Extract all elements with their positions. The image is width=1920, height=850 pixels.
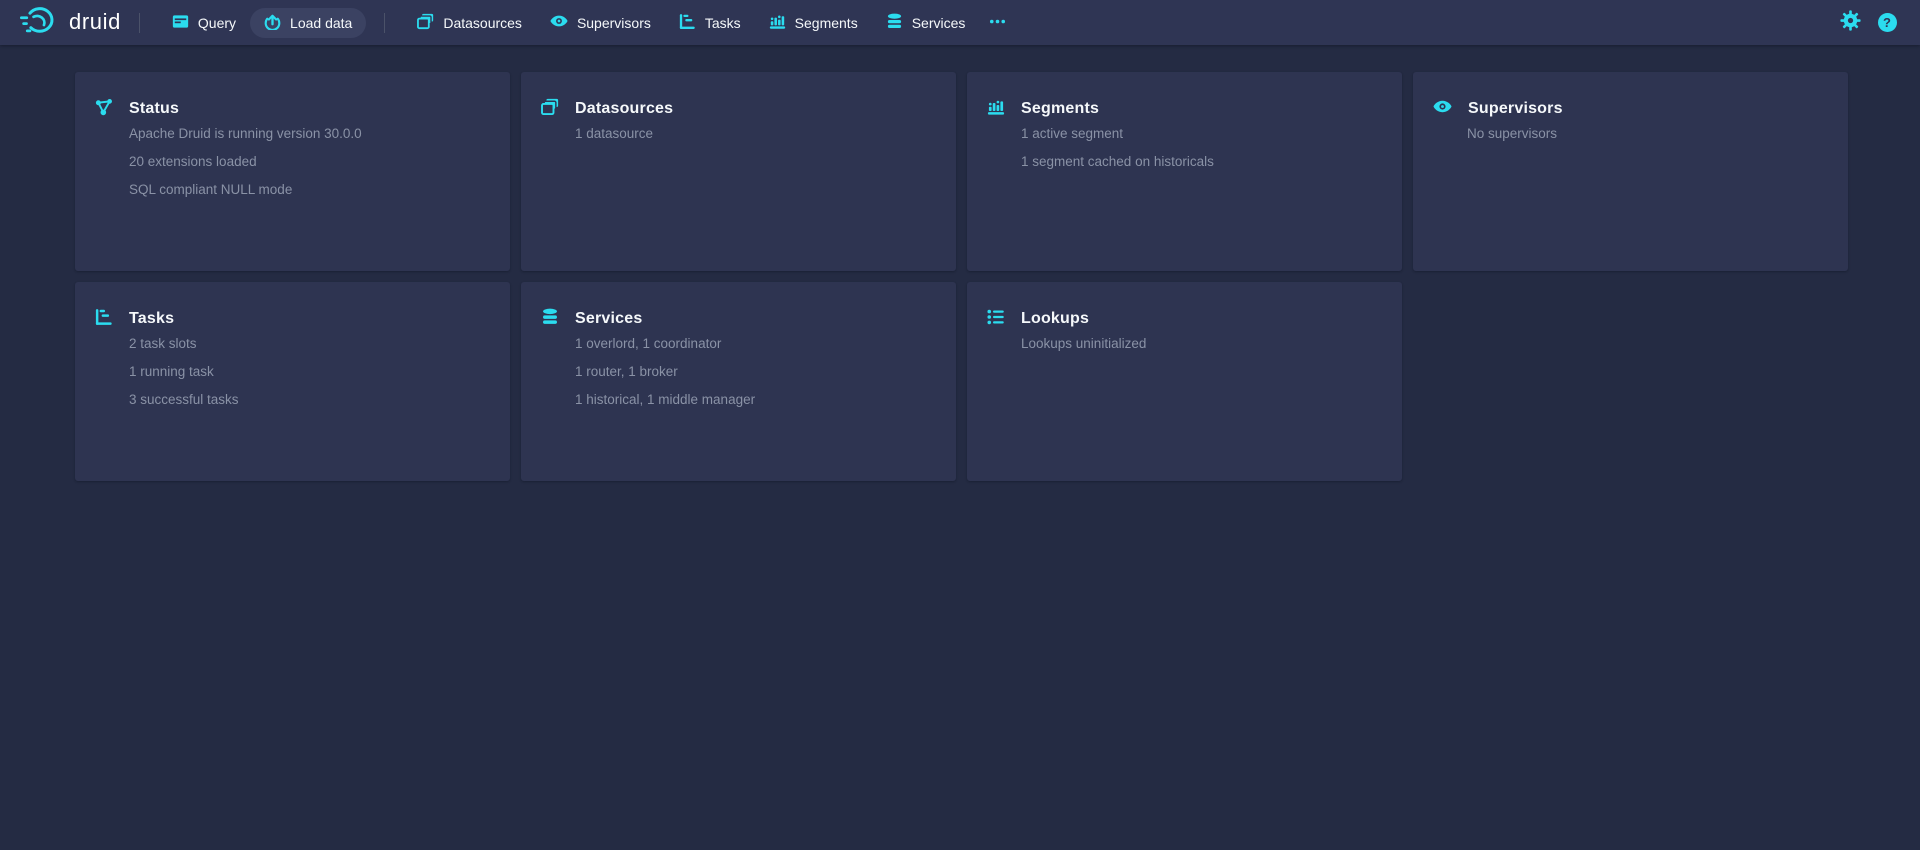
card-title: Services — [575, 310, 642, 328]
status-card-grid: Status Apache Druid is running version 3… — [75, 72, 1920, 481]
nav-item-segments[interactable]: Segments — [755, 8, 872, 38]
eye-icon — [1433, 97, 1452, 121]
nav-item-label: Segments — [795, 15, 858, 31]
card-line: No supervisors — [1467, 126, 1828, 141]
nav-items: Query Load data Datasources — [158, 8, 1016, 38]
card-line: 2 task slots — [129, 336, 490, 351]
nav-item-more[interactable] — [979, 8, 1016, 38]
card-line: Lookups uninitialized — [1021, 336, 1382, 351]
card-title: Status — [129, 100, 179, 118]
card-body: 1 active segment 1 segment cached on his… — [1021, 126, 1382, 169]
eye-icon — [550, 12, 568, 33]
card-body: 1 overlord, 1 coordinator 1 router, 1 br… — [575, 336, 936, 407]
card-lookups[interactable]: Lookups Lookups uninitialized — [967, 282, 1402, 481]
card-line: 1 router, 1 broker — [575, 364, 936, 379]
card-datasources[interactable]: Datasources 1 datasource — [521, 72, 956, 271]
nav-item-label: Supervisors — [577, 15, 651, 31]
card-line: 3 successful tasks — [129, 392, 490, 407]
upload-icon — [264, 13, 281, 33]
card-body: 1 datasource — [575, 126, 936, 141]
card-line: 20 extensions loaded — [129, 154, 490, 169]
help-icon: ? — [1878, 13, 1897, 32]
brand-name: druid — [69, 11, 121, 35]
nav-divider — [139, 13, 140, 33]
cog-icon — [1840, 10, 1861, 36]
card-title: Supervisors — [1468, 100, 1563, 118]
card-tasks[interactable]: Tasks 2 task slots 1 running task 3 succ… — [75, 282, 510, 481]
properties-icon — [987, 308, 1005, 331]
gantt-chart-icon — [679, 13, 696, 33]
card-segments[interactable]: Segments 1 active segment 1 segment cach… — [967, 72, 1402, 271]
database-icon — [886, 13, 903, 33]
card-line: 1 active segment — [1021, 126, 1382, 141]
help-button[interactable]: ? — [1874, 10, 1900, 36]
card-line: 1 running task — [129, 364, 490, 379]
druid-home-link[interactable]: druid — [20, 4, 121, 41]
card-body: 2 task slots 1 running task 3 successful… — [129, 336, 490, 407]
card-title: Datasources — [575, 100, 673, 118]
application-icon — [172, 13, 189, 33]
settings-button[interactable] — [1837, 10, 1863, 36]
grouped-bar-chart-icon — [987, 98, 1005, 121]
nav-item-datasources[interactable]: Datasources — [403, 8, 536, 38]
card-line: 1 historical, 1 middle manager — [575, 392, 936, 407]
card-services[interactable]: Services 1 overlord, 1 coordinator 1 rou… — [521, 282, 956, 481]
gantt-chart-icon — [95, 308, 113, 331]
nav-item-label: Query — [198, 15, 236, 31]
more-icon — [989, 13, 1006, 33]
nav-item-tasks[interactable]: Tasks — [665, 8, 755, 38]
nav-divider — [384, 13, 385, 33]
card-line: 1 datasource — [575, 126, 936, 141]
nav-item-label: Tasks — [705, 15, 741, 31]
card-line: 1 overlord, 1 coordinator — [575, 336, 936, 351]
home-view: Status Apache Druid is running version 3… — [0, 45, 1920, 481]
navbar-right: ? — [1837, 10, 1900, 36]
card-title: Tasks — [129, 310, 174, 328]
multi-select-icon — [541, 98, 559, 121]
card-line: Apache Druid is running version 30.0.0 — [129, 126, 490, 141]
nav-item-query[interactable]: Query — [158, 8, 250, 38]
card-body: Lookups uninitialized — [1021, 336, 1382, 351]
card-line: SQL compliant NULL mode — [129, 182, 490, 197]
nav-item-load-data[interactable]: Load data — [250, 8, 366, 38]
card-status[interactable]: Status Apache Druid is running version 3… — [75, 72, 510, 271]
card-line: 1 segment cached on historicals — [1021, 154, 1382, 169]
card-title: Lookups — [1021, 310, 1089, 328]
card-body: No supervisors — [1467, 126, 1828, 141]
multi-select-icon — [417, 13, 434, 33]
nav-item-services[interactable]: Services — [872, 8, 980, 38]
nav-item-label: Services — [912, 15, 966, 31]
card-supervisors[interactable]: Supervisors No supervisors — [1413, 72, 1848, 271]
navbar: druid Query Load data — [0, 0, 1920, 45]
nav-item-label: Load data — [290, 15, 352, 31]
graph-icon — [95, 98, 113, 121]
card-body: Apache Druid is running version 30.0.0 2… — [129, 126, 490, 197]
nav-item-label: Datasources — [443, 15, 522, 31]
database-icon — [541, 308, 559, 331]
druid-logo-icon — [20, 4, 58, 41]
nav-item-supervisors[interactable]: Supervisors — [536, 8, 665, 38]
card-title: Segments — [1021, 100, 1099, 118]
grouped-bar-chart-icon — [769, 13, 786, 33]
